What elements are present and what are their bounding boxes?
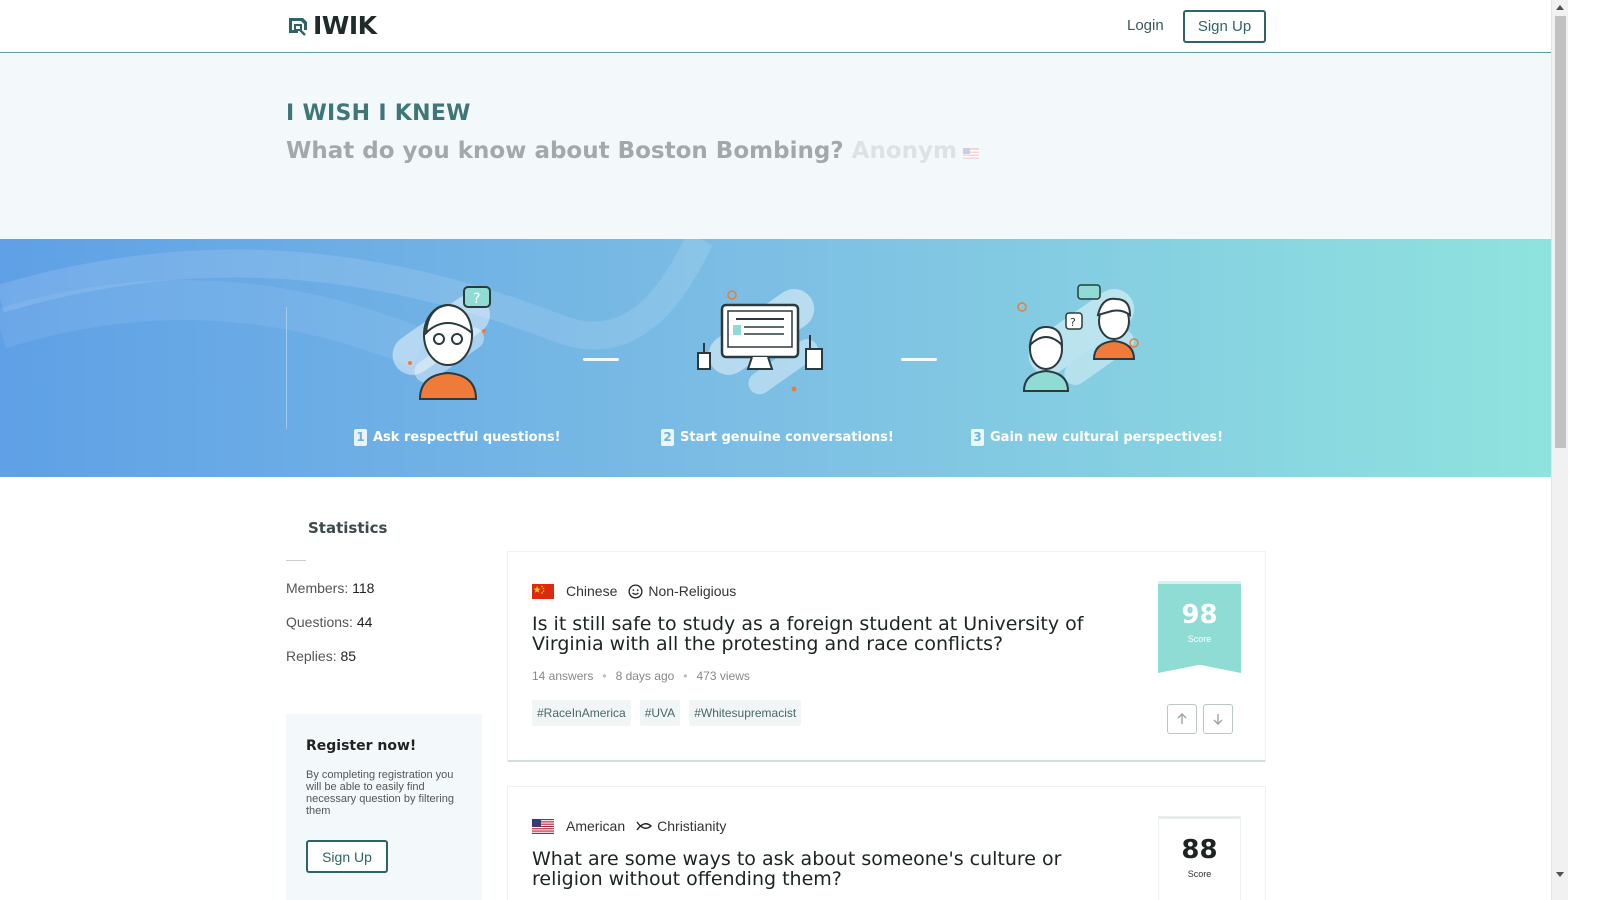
step-3-label: 3 Gain new cultural perspectives! [971, 429, 1223, 446]
step-text: Start genuine conversations! [680, 430, 894, 445]
svg-text:?: ? [1070, 316, 1076, 329]
stat-value: 118 [352, 580, 375, 596]
question-title[interactable]: Is it still safe to study as a foreign s… [532, 614, 1132, 654]
logo-text: IWIK [313, 11, 377, 40]
question-author-meta: Chinese Non-Religious [532, 583, 736, 599]
score-badge: 88 Score [1158, 816, 1241, 900]
stat-value: 85 [340, 648, 357, 664]
svg-text:?: ? [473, 291, 480, 307]
stat-questions: Questions: 44 [286, 614, 372, 630]
question-card: Chinese Non-Religious Is it still safe t… [507, 551, 1266, 762]
tag[interactable]: #Whitesupremacist [689, 700, 802, 726]
hero-question-ticker: What do you know about Boston Bombing? A… [286, 138, 979, 164]
religion-label: Non-Religious [648, 583, 737, 599]
person-question-illustration: ? [392, 286, 491, 400]
hero-section: I WISH I KNEW What do you know about Bos… [0, 54, 1551, 239]
downvote-button[interactable] [1203, 704, 1233, 734]
banner-divider [286, 307, 287, 429]
login-link[interactable]: Login [1127, 17, 1164, 34]
tag-list: #RaceInAmerica #UVA #Whitesupremacist [532, 700, 810, 726]
posted-time: 8 days ago [615, 669, 675, 683]
scroll-down-icon[interactable] [1556, 872, 1564, 877]
step-connector [901, 358, 937, 361]
register-title: Register now! [306, 738, 417, 754]
score-label: Score [1187, 634, 1212, 644]
statistics-title: Statistics [308, 519, 388, 537]
question-author-meta: American Christianity [532, 818, 726, 834]
separator-dot: • [602, 669, 607, 683]
score-badge: 98 Score [1158, 581, 1241, 673]
usa-flag-icon [532, 818, 554, 834]
scrollbar-thumb[interactable] [1555, 16, 1566, 448]
view-count: 473 views [696, 669, 750, 683]
register-description: By completing registration you will be a… [306, 769, 454, 817]
question-card: American Christianity What are some ways… [507, 786, 1266, 900]
stat-label: Replies: [286, 648, 337, 664]
signup-button[interactable]: Sign Up [1183, 10, 1266, 43]
tag[interactable]: #UVA [639, 700, 681, 726]
hero-title: I WISH I KNEW [286, 101, 471, 126]
page-scrollbar[interactable] [1551, 0, 1568, 900]
score-value: 98 [1181, 600, 1218, 630]
register-signup-button[interactable]: Sign Up [306, 840, 388, 873]
stat-value: 44 [356, 614, 373, 630]
how-it-works-banner: ? ? 1 Ask respectful questions! 2 Start … [0, 239, 1551, 477]
step-text: Gain new cultural perspectives! [990, 430, 1224, 445]
computer-illustration [697, 288, 823, 395]
separator-dot: • [683, 669, 688, 683]
usa-flag-icon [962, 147, 979, 159]
stat-members: Members: 118 [286, 580, 374, 596]
nationality-label: American [566, 818, 626, 834]
stat-replies: Replies: 85 [286, 648, 356, 664]
hero-question-author: Anonym [851, 138, 957, 164]
register-panel: Register now! By completing registration… [286, 714, 482, 900]
tag[interactable]: #RaceInAmerica [532, 700, 631, 726]
religion-tag: Non-Religious [628, 583, 736, 599]
question-stats: 14 answers • 8 days ago • 473 views [532, 669, 750, 683]
smiley-icon [628, 583, 643, 599]
conversation-illustration: ? [1017, 284, 1139, 392]
arrow-down-icon [1213, 714, 1223, 725]
step-2-label: 2 Start genuine conversations! [661, 429, 894, 446]
question-title[interactable]: What are some ways to ask about someone'… [532, 849, 1132, 889]
top-navbar: IWIK Login Sign Up [0, 0, 1551, 53]
religion-label: Christianity [657, 818, 727, 834]
stat-label: Questions: [286, 614, 353, 630]
score-label: Score [1187, 869, 1212, 879]
stat-label: Members: [286, 580, 349, 596]
divider [286, 560, 306, 561]
step-1-label: 1 Ask respectful questions! [354, 429, 561, 446]
logo[interactable]: IWIK [286, 12, 377, 40]
nationality-label: Chinese [566, 583, 618, 599]
answer-count: 14 answers [532, 669, 594, 683]
ichthys-icon [636, 821, 653, 831]
arrow-up-icon [1177, 713, 1187, 724]
logo-icon [289, 18, 307, 36]
step-number: 3 [971, 429, 984, 446]
card-underline [508, 760, 1265, 762]
religion-tag: Christianity [636, 818, 726, 834]
upvote-button[interactable] [1167, 704, 1197, 734]
china-flag-icon [532, 583, 554, 599]
step-number: 1 [354, 429, 367, 446]
step-number: 2 [661, 429, 674, 446]
score-value: 88 [1181, 835, 1218, 865]
scroll-up-icon[interactable] [1556, 5, 1564, 10]
step-connector [583, 358, 619, 361]
step-text: Ask respectful questions! [373, 430, 561, 445]
hero-question: What do you know about Boston Bombing? [286, 138, 844, 164]
